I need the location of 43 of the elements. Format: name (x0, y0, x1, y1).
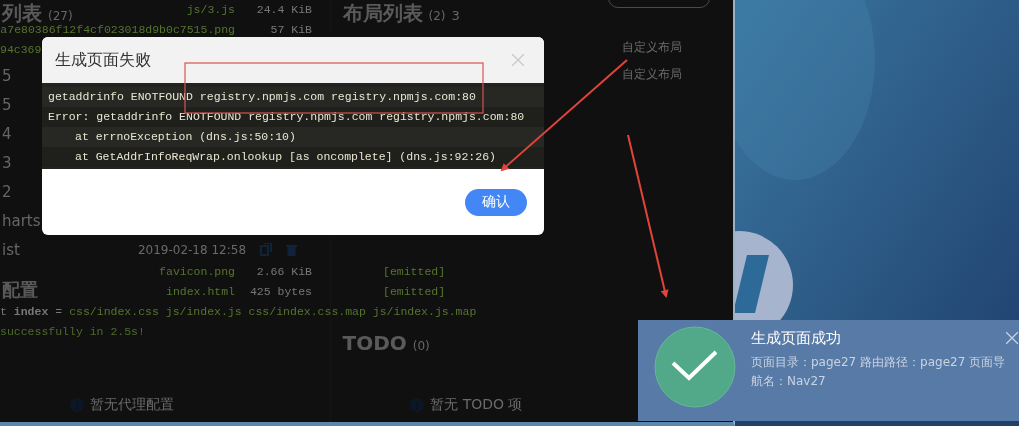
panel-heading: 布局列表 (342, 0, 423, 27)
asset-size: 24.4 KiB (255, 2, 312, 18)
build-result: successfully in 2.5s! (0, 324, 145, 340)
layout-item[interactable]: 自定义布局 (622, 66, 733, 83)
entrypoint-files: css/index.css js/index.js css/index.css.map js/index.js.map (69, 304, 477, 320)
panel-count: (27) (48, 9, 73, 23)
asset-name: js/3.js (186, 2, 235, 18)
list-item[interactable]: ist (2, 240, 20, 259)
asset-status: [emitted] (383, 264, 446, 280)
toast-message: 页面目录：page27 路由路径：page27 页面导航名：Nav27 (751, 354, 1006, 390)
confirm-button[interactable]: 确认 (465, 188, 527, 216)
asset-size: 57 KiB (269, 22, 312, 38)
list-item[interactable]: 5 (2, 95, 12, 114)
close-icon[interactable] (512, 54, 524, 66)
list-item[interactable]: 2 (2, 182, 12, 201)
list-item[interactable]: 3 (2, 153, 12, 172)
asset-name: 94c369 (0, 42, 42, 58)
panel-heading: TODO (342, 331, 407, 355)
close-icon[interactable] (1006, 332, 1018, 344)
asset-name: a7e80386f12f4cf023018d9b0c7515.png (0, 23, 235, 38)
empty-message: 暂无 TODO 项 (430, 396, 523, 414)
check-icon (654, 326, 736, 408)
list-item[interactable]: 4 (2, 124, 12, 143)
dialog-title: 生成页面失败 (55, 49, 151, 71)
empty-message: 暂无代理配置 (90, 396, 174, 414)
asset-name: favicon.png (159, 264, 235, 280)
layout-item[interactable]: 自定义布局 (622, 39, 733, 56)
toast-title: 生成页面成功 (751, 329, 842, 348)
entrypoint-label: t index = (0, 304, 63, 320)
section-heading: 配置 (2, 278, 38, 302)
panel-number: 3 (451, 8, 460, 23)
timestamp: 2019-02-18 12:58 (137, 242, 246, 257)
copy-icon[interactable] (260, 243, 272, 256)
asset-name: index.html (166, 284, 235, 300)
asset-status: [emitted] (383, 284, 446, 300)
panel-count: (0) (412, 339, 430, 353)
asset-size: 2.66 KiB (255, 264, 312, 280)
asset-size: 425 bytes (248, 284, 312, 300)
panel-count: (2) (428, 9, 446, 23)
list-item[interactable]: harts (2, 211, 41, 230)
trash-icon[interactable] (286, 243, 297, 256)
panel-heading: 列表 (2, 0, 42, 25)
list-item[interactable]: 5 (2, 66, 12, 85)
